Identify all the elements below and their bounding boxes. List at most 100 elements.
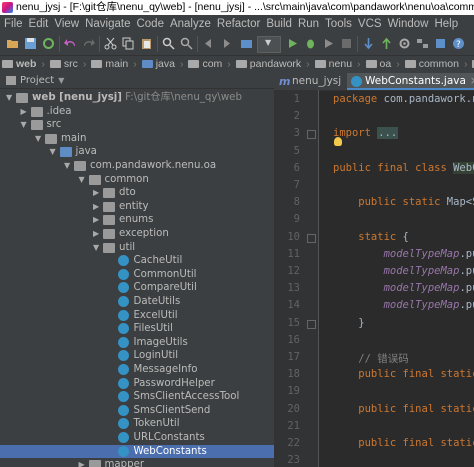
settings-icon[interactable]: [398, 37, 411, 50]
menu-code[interactable]: Code: [133, 18, 167, 30]
tab-webconstants-java[interactable]: WebConstants.java×: [347, 73, 474, 90]
breadcrumb-pandawork[interactable]: pandawork ›: [234, 56, 313, 73]
sdk-icon[interactable]: [434, 37, 447, 50]
package-icon: [103, 242, 115, 253]
collapse-arrow-icon[interactable]: ▼: [79, 173, 87, 187]
tree-item-web-nenu-jysj[interactable]: ▼ web [nenu_jysj] F:\git仓库\nenu_qy\web: [0, 91, 274, 105]
breadcrumb-main[interactable]: main ›: [89, 56, 139, 73]
breadcrumb-com[interactable]: com ›: [186, 56, 233, 73]
menu-file[interactable]: File: [0, 18, 26, 30]
breadcrumb-common[interactable]: common ›: [403, 56, 471, 73]
menu-help[interactable]: Help: [431, 18, 461, 30]
menu-refactor[interactable]: Refactor: [214, 18, 263, 30]
project-structure-icon[interactable]: [416, 37, 429, 50]
back-icon[interactable]: [202, 37, 215, 50]
run-icon[interactable]: [286, 37, 299, 50]
tree-item-excelutil[interactable]: ExcelUtil: [0, 309, 274, 323]
tree-item-main[interactable]: ▼ main: [0, 132, 274, 146]
breadcrumb-oa[interactable]: oa ›: [364, 56, 403, 73]
tree-item-filesutil[interactable]: FilesUtil: [0, 322, 274, 336]
menu-run[interactable]: Run: [295, 18, 322, 30]
coverage-icon[interactable]: [322, 37, 335, 50]
tree-item-java[interactable]: ▼ java: [0, 145, 274, 159]
expand-arrow-icon[interactable]: ▶: [93, 186, 101, 200]
code-text-area[interactable]: package com.pandawork.nenu import ... publ…: [320, 90, 474, 467]
breadcrumb-web[interactable]: web ›: [0, 56, 48, 73]
tree-item-common[interactable]: ▼ common: [0, 173, 274, 187]
breadcrumb-nenu[interactable]: nenu ›: [313, 56, 364, 73]
menu-edit[interactable]: Edit: [26, 18, 52, 30]
menu-tools[interactable]: Tools: [322, 18, 355, 30]
collapse-arrow-icon[interactable]: ▼: [93, 241, 101, 255]
open-folder-icon[interactable]: [6, 37, 19, 50]
cut-icon[interactable]: [104, 37, 117, 50]
breadcrumb-src[interactable]: src ›: [48, 56, 90, 73]
breadcrumb-util[interactable]: util›: [470, 56, 474, 73]
vcs-update-icon[interactable]: [362, 37, 375, 50]
tree-item-dateutils[interactable]: DateUtils: [0, 295, 274, 309]
collapse-arrow-icon[interactable]: ▼: [50, 145, 58, 159]
menu-window[interactable]: Window: [385, 18, 432, 30]
tree-item-util[interactable]: ▼ util: [0, 241, 274, 255]
project-panel-header[interactable]: Project ▼: [0, 73, 274, 89]
expand-arrow-icon[interactable]: ▶: [93, 227, 101, 241]
tree-item-passwordhelper[interactable]: PasswordHelper: [0, 377, 274, 391]
vcs-commit-icon[interactable]: [380, 37, 393, 50]
menu-build[interactable]: Build: [263, 18, 295, 30]
make-project-icon[interactable]: [240, 37, 253, 50]
chevron-down-icon[interactable]: ▼: [58, 76, 64, 85]
redo-icon[interactable]: [82, 37, 95, 50]
help-icon[interactable]: ?: [452, 37, 465, 50]
tree-item-com-pandawork-nenu-oa[interactable]: ▼ com.pandawork.nenu.oa: [0, 159, 274, 173]
undo-icon[interactable]: [64, 37, 77, 50]
menu-navigate[interactable]: Navigate: [82, 18, 133, 30]
forward-icon[interactable]: [220, 37, 233, 50]
tree-item-cacheutil[interactable]: CacheUtil: [0, 254, 274, 268]
expand-arrow-icon[interactable]: ▶: [93, 213, 101, 227]
synchronize-icon[interactable]: [42, 37, 55, 50]
intellij-app-icon: [2, 2, 13, 13]
expand-arrow-icon[interactable]: ▶: [21, 105, 29, 119]
menu-view[interactable]: View: [51, 18, 82, 30]
tree-item-webconstants[interactable]: WebConstants: [0, 444, 274, 459]
tree-item-urlconstants[interactable]: URLConstants: [0, 431, 274, 445]
copy-icon[interactable]: [122, 37, 135, 50]
fold-marker-icon[interactable]: [307, 319, 316, 329]
collapse-arrow-icon[interactable]: ▼: [64, 159, 72, 173]
expand-arrow-icon[interactable]: ▶: [79, 458, 87, 467]
lightbulb-icon[interactable]: [334, 136, 342, 146]
breadcrumb-java[interactable]: java ›: [140, 56, 187, 73]
collapse-arrow-icon[interactable]: ▼: [6, 91, 14, 105]
tree-item-loginutil[interactable]: LoginUtil: [0, 349, 274, 363]
tree-item-enums[interactable]: ▶ enums: [0, 213, 274, 227]
tree-item-entity[interactable]: ▶ entity: [0, 200, 274, 214]
replace-icon[interactable]: [180, 37, 193, 50]
fold-marker-icon[interactable]: [307, 233, 316, 243]
tree-item-messageinfo[interactable]: MessageInfo: [0, 363, 274, 377]
menu-analyze[interactable]: Analyze: [167, 18, 214, 30]
stop-icon[interactable]: [340, 37, 353, 50]
find-icon[interactable]: [162, 37, 175, 50]
tree-item-compareutil[interactable]: CompareUtil: [0, 281, 274, 295]
menu-vcs[interactable]: VCS: [355, 18, 385, 30]
tree-item-imageutils[interactable]: ImageUtils: [0, 336, 274, 350]
tree-item-tokenutil[interactable]: TokenUtil: [0, 417, 274, 431]
paste-icon[interactable]: [140, 37, 153, 50]
tree-item-exception[interactable]: ▶ exception: [0, 227, 274, 241]
debug-icon[interactable]: [304, 37, 317, 50]
expand-arrow-icon[interactable]: ▶: [93, 200, 101, 214]
run-config-dropdown[interactable]: ▼: [257, 36, 281, 53]
collapse-arrow-icon[interactable]: ▼: [21, 118, 29, 132]
tree-item-dto[interactable]: ▶ dto: [0, 186, 274, 200]
tree-item-mapper[interactable]: ▶ mapper: [0, 458, 274, 467]
fold-marker-icon[interactable]: [307, 130, 316, 140]
tree-item-idea[interactable]: ▶ .idea: [0, 105, 274, 119]
tree-item-smsclientaccesstool[interactable]: SmsClientAccessTool: [0, 390, 274, 404]
collapse-arrow-icon[interactable]: ▼: [35, 132, 43, 146]
close-icon[interactable]: ×: [470, 75, 474, 87]
tree-item-commonutil[interactable]: CommonUtil: [0, 268, 274, 282]
save-all-icon[interactable]: [24, 37, 37, 50]
tree-item-smsclientsend[interactable]: SmsClientSend: [0, 404, 274, 418]
tree-item-src[interactable]: ▼ src: [0, 118, 274, 132]
